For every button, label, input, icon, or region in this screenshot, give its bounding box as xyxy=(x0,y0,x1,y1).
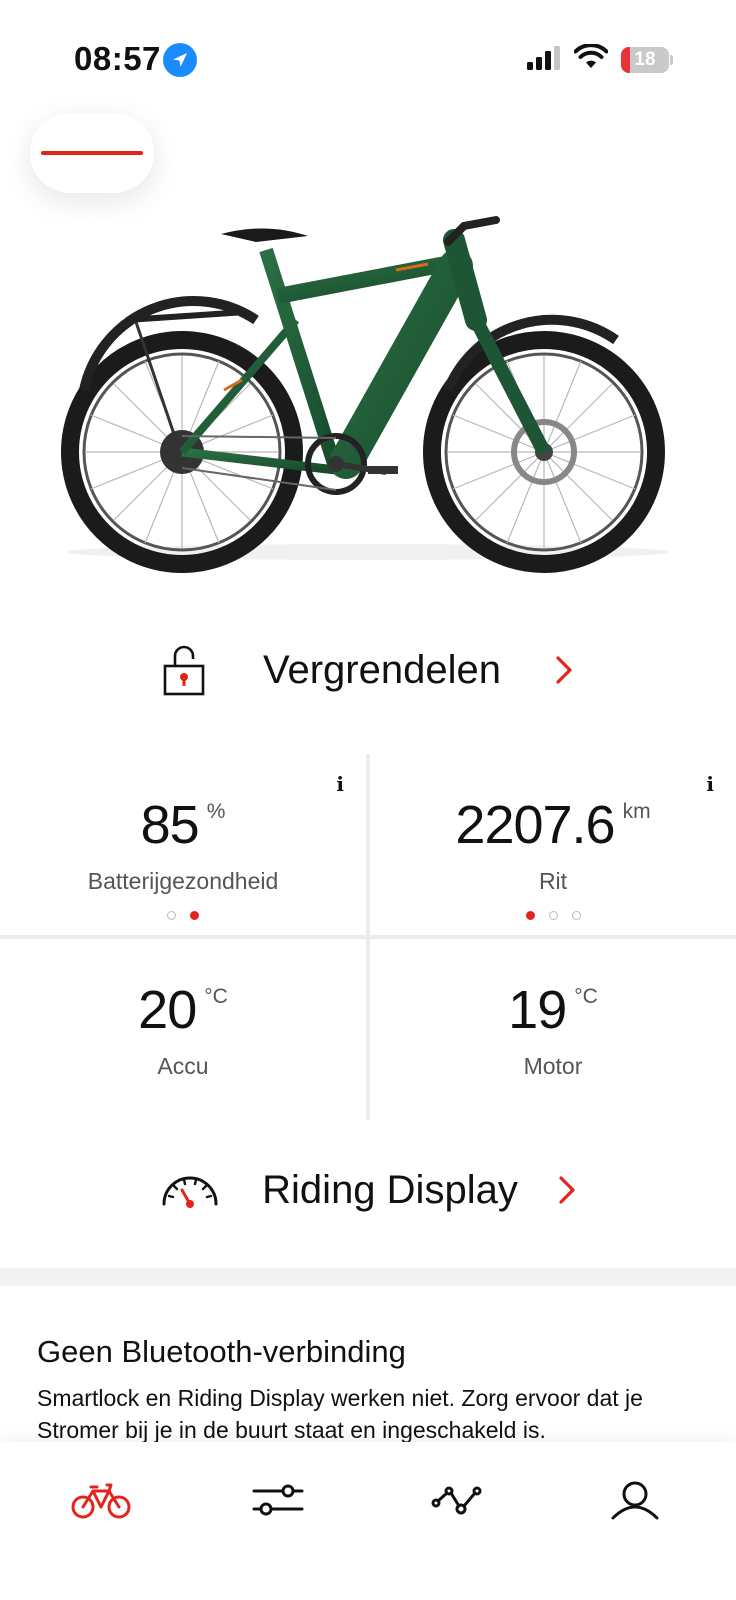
settings-sliders-icon xyxy=(252,1484,304,1516)
stat-value: 2207.6 xyxy=(455,795,615,855)
stat-value: 85 xyxy=(140,795,200,855)
stat-value: 20 xyxy=(138,980,197,1040)
bluetooth-notice-title: Geen Bluetooth-verbinding xyxy=(37,1334,406,1369)
info-icon[interactable]: i xyxy=(336,772,344,796)
stat-card-motor-temp: 19 °C Motor xyxy=(370,939,736,1120)
clock: 08:57 xyxy=(74,40,161,77)
menu-button[interactable] xyxy=(30,113,154,193)
stat-value: 19 xyxy=(508,980,567,1040)
profile-icon xyxy=(611,1481,659,1520)
location-arrow-icon xyxy=(163,43,197,77)
page-dots xyxy=(167,911,199,920)
speedometer-icon xyxy=(162,1176,218,1208)
bottom-tab-bar xyxy=(0,1442,736,1600)
page-dot[interactable] xyxy=(167,911,176,920)
stat-caption: Accu xyxy=(157,1053,209,1079)
route-icon xyxy=(431,1486,482,1515)
section-divider xyxy=(0,1268,736,1286)
tab-rides[interactable] xyxy=(417,1470,497,1530)
stat-unit: km xyxy=(622,800,651,823)
wifi-icon xyxy=(574,44,608,68)
stat-caption: Batterijgezondheid xyxy=(87,868,279,894)
page-dot[interactable] xyxy=(571,911,581,920)
unlocked-padlock-icon xyxy=(163,645,205,696)
battery-indicator: 18 xyxy=(621,47,669,73)
menu-line-icon xyxy=(41,151,143,155)
page-dots xyxy=(525,911,581,920)
battery-level: 18 xyxy=(634,49,656,70)
stat-unit: °C xyxy=(574,985,598,1008)
tab-settings[interactable] xyxy=(238,1470,318,1530)
bike-image xyxy=(61,216,668,573)
info-icon[interactable]: i xyxy=(706,772,714,796)
page-dot-active[interactable] xyxy=(190,911,199,920)
lock-action-label: Vergrendelen xyxy=(263,647,501,692)
cellular-signal-icon xyxy=(527,46,560,70)
lock-action-row[interactable]: Vergrendelen xyxy=(0,630,736,710)
stat-card-battery-health[interactable]: i 85 % Batterijgezondheid xyxy=(0,754,366,935)
stat-unit: % xyxy=(206,800,226,823)
chevron-right-icon xyxy=(559,1176,575,1204)
stat-unit: °C xyxy=(204,985,228,1008)
chevron-right-icon xyxy=(556,656,572,684)
stat-caption: Motor xyxy=(523,1053,583,1079)
stats-grid: i 85 % Batterijgezondheid i 2207.6 km Ri… xyxy=(0,754,736,1120)
battery-nub xyxy=(670,55,673,65)
status-bar: 08:57 18 xyxy=(0,0,736,120)
stat-card-trip[interactable]: i 2207.6 km Rit xyxy=(370,754,736,935)
riding-display-row[interactable]: Riding Display xyxy=(0,1150,736,1230)
bike-icon xyxy=(71,1483,131,1519)
stat-card-battery-temp: 20 °C Accu xyxy=(0,939,366,1120)
bluetooth-notice-body: Smartlock en Riding Display werken niet.… xyxy=(37,1385,643,1443)
riding-display-label: Riding Display xyxy=(262,1167,518,1212)
page-dot[interactable] xyxy=(548,911,558,920)
page-dot-active[interactable] xyxy=(525,911,535,920)
tab-bike[interactable] xyxy=(61,1470,141,1530)
tab-profile[interactable] xyxy=(595,1470,675,1530)
stat-caption: Rit xyxy=(538,868,568,894)
